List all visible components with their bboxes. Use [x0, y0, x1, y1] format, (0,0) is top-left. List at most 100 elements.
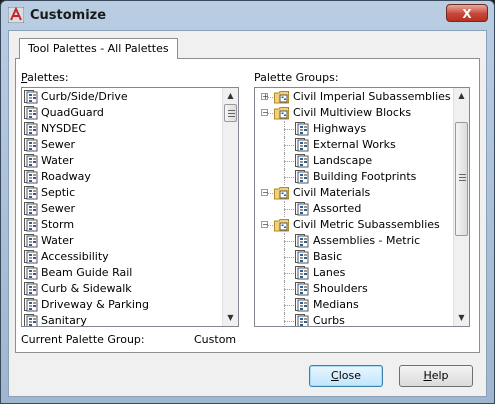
tree-item[interactable]: Basic: [255, 249, 453, 265]
palette-group-icon: [274, 106, 289, 120]
list-item[interactable]: Water: [22, 153, 222, 169]
tool-palette-icon: [295, 202, 309, 216]
current-palette-group-value: Custom: [194, 333, 237, 346]
list-item[interactable]: Beam Guide Rail: [22, 265, 222, 281]
tool-palette-icon: [295, 266, 309, 280]
list-item-label: Storm: [41, 218, 75, 231]
tool-palette-icon: [24, 282, 38, 296]
tree-item[interactable]: Curbs: [255, 313, 453, 327]
scroll-thumb[interactable]: [224, 104, 237, 122]
tree-item[interactable]: Shoulders: [255, 281, 453, 297]
list-item-label: Sewer: [41, 202, 76, 215]
tree-item-label: External Works: [313, 138, 396, 151]
tool-palette-icon: [295, 314, 309, 326]
tool-palette-icon: [24, 106, 38, 120]
title-bar[interactable]: Customize X: [1, 1, 494, 29]
list-item[interactable]: Driveway & Parking: [22, 297, 222, 313]
expand-icon[interactable]: +: [261, 93, 269, 101]
list-item[interactable]: Septic: [22, 185, 222, 201]
scroll-down-button[interactable]: ▼: [454, 310, 469, 325]
palette-group-icon: [274, 186, 289, 200]
list-item-label: Water: [41, 234, 74, 247]
tool-palette-icon: [24, 234, 38, 248]
tab-tool-palettes[interactable]: Tool Palettes - All Palettes: [19, 38, 178, 59]
palette-group-icon: [274, 218, 289, 232]
tool-palette-icon: [24, 186, 38, 200]
list-item[interactable]: Sanitary: [22, 313, 222, 327]
tree-item[interactable]: Medians: [255, 297, 453, 313]
tree-group[interactable]: − Civil Materials: [255, 185, 453, 201]
tree-item-label: Lanes: [313, 266, 346, 279]
palettes-list[interactable]: Curb/Side/Drive QuadGuard NYSDEC Sewer Water…: [21, 87, 239, 327]
tree-group[interactable]: − Civil Metric Subassemblies: [255, 217, 453, 233]
tree-group[interactable]: + Civil Imperial Subassemblies: [255, 89, 453, 105]
palette-group-icon: [274, 90, 289, 104]
tool-palette-icon: [24, 266, 38, 280]
list-item[interactable]: Water: [22, 233, 222, 249]
list-item-label: Curb/Side/Drive: [41, 90, 128, 103]
list-item[interactable]: Accessibility: [22, 249, 222, 265]
tool-palette-icon: [24, 170, 38, 184]
scroll-up-button[interactable]: ▲: [454, 88, 469, 103]
tool-palette-icon: [24, 154, 38, 168]
tree-group[interactable]: − Civil Multiview Blocks: [255, 105, 453, 121]
collapse-icon[interactable]: −: [261, 189, 269, 197]
tool-palette-icon: [24, 298, 38, 312]
collapse-icon[interactable]: −: [261, 109, 269, 117]
tree-item-label: Curbs: [313, 314, 345, 327]
list-item-label: Sewer: [41, 138, 76, 151]
scroll-down-button[interactable]: ▼: [223, 310, 238, 325]
list-item[interactable]: Curb & Sidewalk: [22, 281, 222, 297]
tree-item-label: Medians: [313, 298, 359, 311]
list-item-label: Septic: [41, 186, 76, 199]
tree-item[interactable]: Assorted: [255, 201, 453, 217]
tree-item[interactable]: Building Footprints: [255, 169, 453, 185]
list-item[interactable]: NYSDEC: [22, 121, 222, 137]
list-item-label: Sanitary: [41, 314, 87, 327]
autocad-icon: [8, 7, 24, 23]
list-item[interactable]: Roadway: [22, 169, 222, 185]
tree-item[interactable]: Lanes: [255, 265, 453, 281]
tree-item-label: Highways: [313, 122, 367, 135]
palette-groups-tree[interactable]: + Civil Imperial Subassemblies − Civil Mult…: [254, 87, 470, 327]
list-item-label: Curb & Sidewalk: [41, 282, 132, 295]
tool-palette-icon: [24, 218, 38, 232]
scroll-thumb[interactable]: [455, 122, 468, 236]
list-item[interactable]: Curb/Side/Drive: [22, 89, 222, 105]
list-item[interactable]: Sewer: [22, 137, 222, 153]
tree-item-label: Civil Metric Subassemblies: [293, 218, 440, 231]
tool-palette-icon: [295, 170, 309, 184]
tree-item[interactable]: Landscape: [255, 153, 453, 169]
tool-palette-icon: [24, 202, 38, 216]
tree-item[interactable]: Assemblies - Metric: [255, 233, 453, 249]
tool-palette-icon: [295, 234, 309, 248]
tree-item-label: Building Footprints: [313, 170, 417, 183]
scroll-up-button[interactable]: ▲: [223, 88, 238, 103]
palettes-scrollbar[interactable]: ▲ ▼: [222, 88, 238, 326]
list-item[interactable]: Storm: [22, 217, 222, 233]
tool-palette-icon: [24, 138, 38, 152]
palette-groups-scrollbar[interactable]: ▲ ▼: [453, 88, 469, 326]
list-item-label: Water: [41, 154, 74, 167]
tool-palette-icon: [295, 154, 309, 168]
window-close-button[interactable]: X: [446, 4, 488, 22]
collapse-icon[interactable]: −: [261, 221, 269, 229]
dialog-body: Tool Palettes - All Palettes Palettes: C…: [8, 30, 487, 397]
tree-item-label: Landscape: [313, 154, 373, 167]
list-item[interactable]: QuadGuard: [22, 105, 222, 121]
help-button[interactable]: Help: [399, 365, 473, 387]
tree-item[interactable]: External Works: [255, 137, 453, 153]
window-title: Customize: [30, 8, 107, 23]
tree-item-label: Basic: [313, 250, 343, 263]
tool-palette-icon: [24, 122, 38, 136]
tool-palette-icon: [295, 122, 309, 136]
current-palette-group-label: Current Palette Group:: [21, 333, 145, 346]
list-item[interactable]: Sewer: [22, 201, 222, 217]
tree-item-label: Assorted: [313, 202, 362, 215]
close-button[interactable]: Close: [309, 365, 383, 387]
tab-panel: Palettes: Curb/Side/Drive QuadGuard NYSDEC…: [15, 58, 480, 353]
tool-palette-icon: [24, 314, 38, 326]
tool-palette-icon: [295, 282, 309, 296]
tree-item[interactable]: Highways: [255, 121, 453, 137]
tool-palette-icon: [295, 298, 309, 312]
